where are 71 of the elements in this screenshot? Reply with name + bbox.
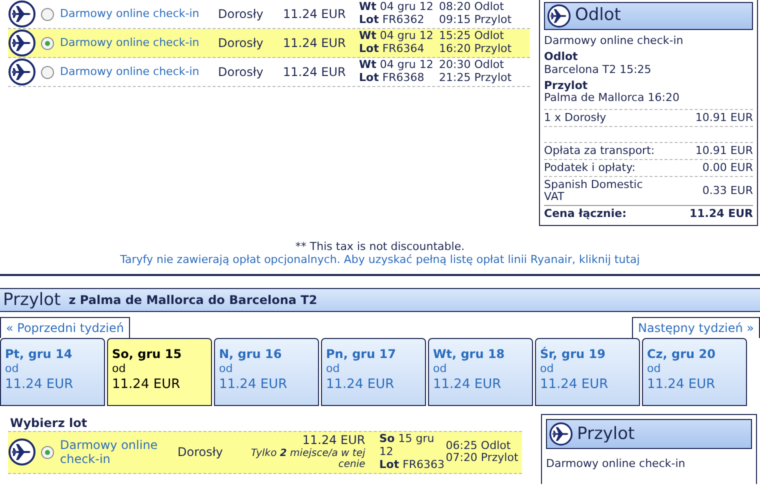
passenger-type: Dorosły: [178, 445, 224, 460]
departure-time: 08:20 Odlot: [439, 1, 505, 14]
price-text: 11.24 EUR: [283, 36, 347, 50]
arrival-time: 07:20 Przylot: [446, 452, 520, 465]
summary-label: Spanish Domestic VAT: [544, 178, 644, 204]
airplane-icon: [547, 4, 571, 28]
flight-number: Lot FR6363: [379, 458, 446, 472]
departure-time: 06:25 Odlot: [446, 440, 512, 452]
departure-time: 20:30 Odlot: [439, 59, 505, 72]
route-text: z Palma de Mallorca do Barcelona T2: [68, 293, 318, 308]
summary-label: 1 x Dorosły: [544, 112, 606, 124]
previous-week-button[interactable]: « Poprzedni tydzień: [0, 317, 130, 338]
summary-label: Opłata za transport:: [544, 144, 655, 157]
airplane-icon: [8, 0, 36, 28]
day-tab[interactable]: N, gru 16 od 11.24 EUR: [214, 338, 319, 406]
departure-detail: Barcelona T2 15:25: [544, 64, 652, 76]
summary-label: Podatek i opłaty:: [544, 162, 636, 174]
fare-link[interactable]: Darmowy online check-in: [60, 7, 218, 21]
price-text: 11.24 EUR: [301, 434, 366, 448]
panel-title: Przylot: [577, 424, 635, 445]
total-amount: 11.24 EUR: [689, 208, 753, 220]
date-text: So 15 gru 12: [379, 433, 436, 459]
fare-link[interactable]: Darmowy online check-in: [60, 36, 218, 50]
date-text: Wt 04 gru 12: [359, 1, 434, 14]
departure-heading: Odlot: [544, 51, 579, 64]
arrival-detail: Palma de Mallorca 16:20: [544, 92, 680, 105]
flight-number: Lot FR6364: [359, 43, 426, 56]
departure-time: 15:25 Odlot: [439, 30, 505, 43]
day-tab[interactable]: Pn, gru 17 od 11.24 EUR: [321, 338, 426, 406]
summary-amount: 0.00 EUR: [702, 162, 753, 174]
date-text: Wt 04 gru 12: [359, 59, 434, 72]
day-tab[interactable]: Pt, gru 14 od 11.24 EUR: [0, 338, 105, 406]
day-tab[interactable]: Śr, gru 19 od 11.24 EUR: [535, 338, 640, 406]
section-title: Przylot: [3, 290, 61, 311]
airplane-icon: [549, 422, 573, 446]
arrival-time: 16:20 Przylot: [439, 43, 513, 56]
summary-amount: 0.33 EUR: [702, 184, 753, 197]
arrival-heading: Przylot: [544, 80, 589, 92]
radio-button[interactable]: [41, 66, 54, 78]
arrival-time: 21:25 Przylot: [439, 72, 513, 85]
fare-name: Darmowy online check-in: [544, 35, 684, 48]
airplane-icon: [8, 29, 36, 57]
arrival-time: 09:15 Przylot: [439, 14, 513, 27]
fare-link[interactable]: Darmowy online check-in: [60, 438, 168, 467]
passenger-type: Dorosły: [218, 36, 264, 50]
panel-title: Odlot: [575, 6, 621, 26]
fees-link[interactable]: Taryfy nie zawierają opłat opcjonalnych. Aby uzyskać pełną listę opłat linii Ryanair, kliknij tutaj: [120, 253, 640, 266]
next-week-button[interactable]: Następny tydzień »: [632, 317, 760, 338]
price-text: 11.24 EUR: [283, 64, 347, 80]
summary-amount: 10.91 EUR: [695, 112, 753, 124]
price-text: 11.24 EUR: [283, 6, 347, 22]
passenger-type: Dorosły: [218, 6, 264, 22]
fare-link[interactable]: Darmowy online check-in: [60, 65, 218, 79]
airplane-icon: [8, 58, 36, 86]
airplane-icon: [8, 438, 36, 466]
radio-button[interactable]: [41, 446, 54, 459]
flight-number: Lot FR6362: [359, 14, 426, 27]
radio-button[interactable]: [41, 36, 54, 50]
radio-button[interactable]: [41, 8, 54, 20]
section-label: Wybierz lot: [10, 416, 88, 431]
flight-number: Lot FR6368: [359, 72, 426, 85]
day-tab[interactable]: Wt, gru 18 od 11.24 EUR: [428, 338, 533, 406]
availability-text: Tylko 2 miejsce/a w tej cenie: [250, 448, 366, 471]
fare-name: Darmowy online check-in: [546, 457, 686, 471]
summary-amount: 10.91 EUR: [695, 144, 753, 157]
tax-note: ** This tax is not discountable.: [294, 240, 466, 254]
day-tab[interactable]: So, gru 15 od 11.24 EUR: [107, 338, 212, 406]
day-tab[interactable]: Cz, gru 20 od 11.24 EUR: [642, 338, 747, 406]
total-label: Cena łącznie:: [544, 208, 627, 220]
date-text: Wt 04 gru 12: [359, 30, 434, 43]
passenger-type: Dorosły: [218, 64, 264, 80]
